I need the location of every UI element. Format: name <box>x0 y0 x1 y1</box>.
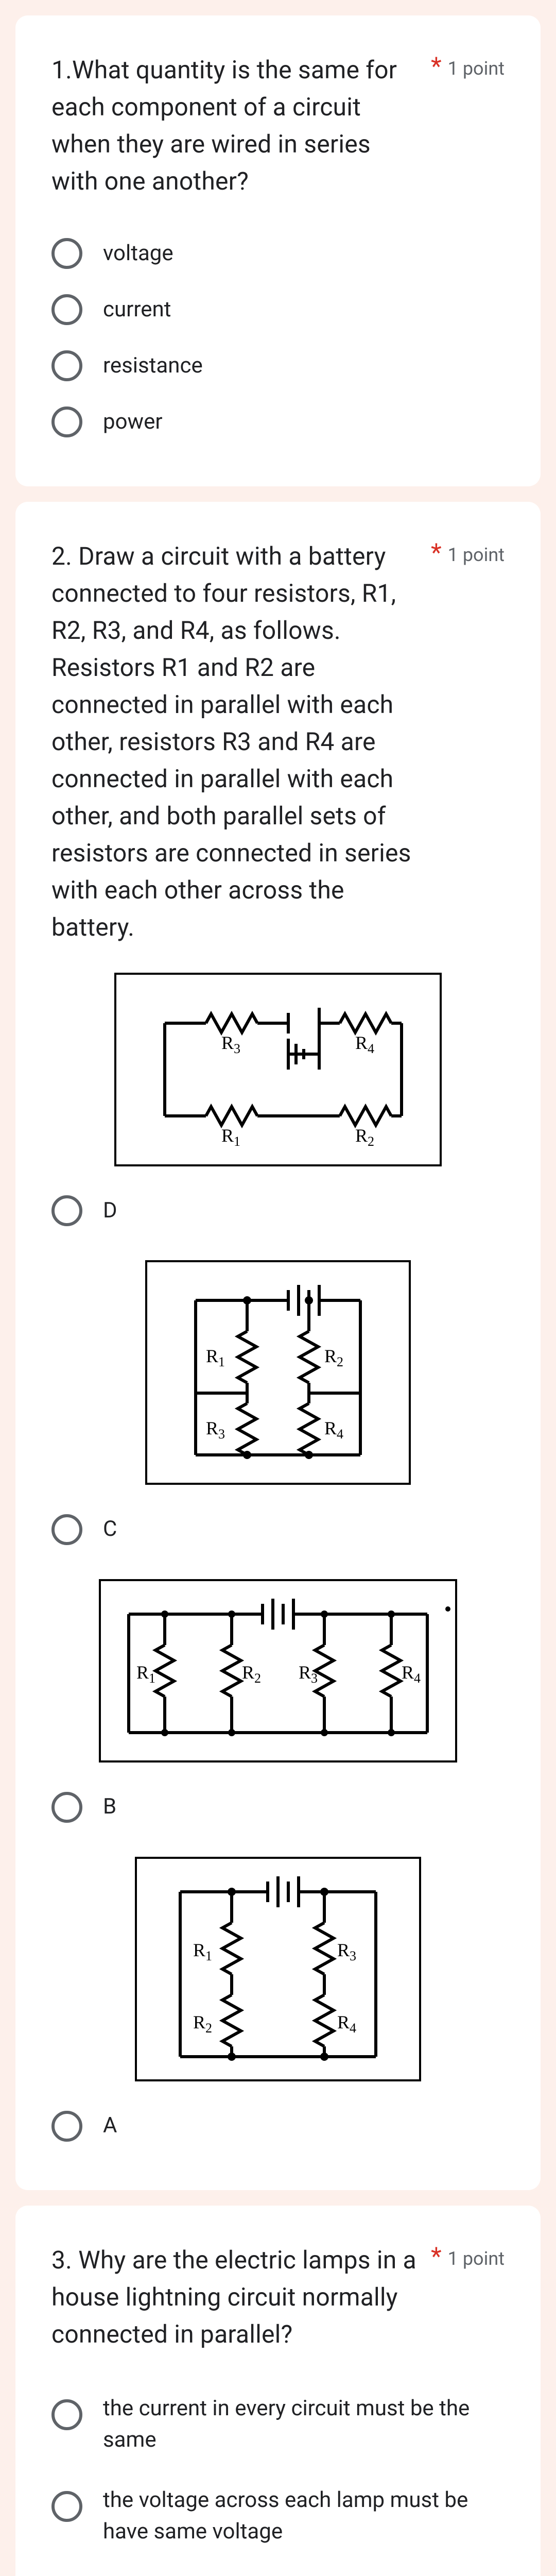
option-resistance[interactable]: resistance <box>51 338 505 394</box>
option-b[interactable]: B <box>51 1779 505 1835</box>
points-label: 1 point <box>448 2244 505 2269</box>
radio-icon <box>51 1792 82 1823</box>
required-asterisk: * <box>431 52 442 81</box>
points-wrapper: *1 point <box>431 2242 505 2271</box>
option-switched-together[interactable]: the lamps are always switched on and off… <box>51 2562 505 2576</box>
radio-icon <box>51 1514 82 1545</box>
question-card-1: 1.What quantity is the same for each com… <box>15 15 541 486</box>
points-wrapper: *1 point <box>431 52 505 81</box>
points-label: 1 point <box>448 54 505 79</box>
question-text: 3. Why are the electric lamps in a house… <box>51 2242 431 2353</box>
circuit-svg: R3 R4 R1 R2 <box>113 972 443 1167</box>
options-group: the current in every circuit must be the… <box>51 2379 505 2576</box>
circuit-diagram-d: R3 R4 R1 R2 <box>51 972 505 1167</box>
question-card-2: 2. Draw a circuit with a battery connect… <box>15 502 541 2191</box>
option-label: the current in every circuit must be the… <box>103 2393 505 2456</box>
option-c[interactable]: C <box>51 1501 505 1557</box>
option-label: D <box>103 1195 117 1227</box>
radio-icon <box>51 350 82 381</box>
option-voltage[interactable]: voltage <box>51 226 505 282</box>
points-label: 1 point <box>448 540 505 566</box>
radio-icon <box>51 294 82 325</box>
option-label: resistance <box>103 350 203 382</box>
option-d[interactable]: D <box>51 1183 505 1239</box>
required-asterisk: * <box>431 538 442 567</box>
radio-icon <box>51 2111 82 2142</box>
question-text: 2. Draw a circuit with a battery connect… <box>51 538 431 946</box>
question-body: 3. Why are the electric lamps in a house… <box>51 2245 416 2349</box>
question-body: 2. Draw a circuit with a battery connect… <box>51 541 411 942</box>
radio-icon <box>51 238 82 269</box>
circuit-diagram-b: R1 R2 R3 R4 <box>51 1578 505 1764</box>
option-current-same[interactable]: the current in every circuit must be the… <box>51 2379 505 2470</box>
circuit-svg: R1 R2 R3 R4 <box>144 1259 412 1486</box>
question-header: 3. Why are the electric lamps in a house… <box>51 2242 505 2353</box>
option-label: C <box>103 1514 117 1545</box>
option-current[interactable]: current <box>51 282 505 338</box>
question-card-3: 3. Why are the electric lamps in a house… <box>15 2206 541 2576</box>
option-label: the voltage across each lamp must be hav… <box>103 2485 505 2548</box>
option-a[interactable]: A <box>51 2098 505 2154</box>
circuit-svg: R1 R3 R2 R4 <box>134 1856 422 2082</box>
radio-icon <box>51 406 82 437</box>
required-asterisk: * <box>431 2242 442 2271</box>
question-header: 1.What quantity is the same for each com… <box>51 52 505 200</box>
option-label: A <box>103 2110 117 2142</box>
question-text: 1.What quantity is the same for each com… <box>51 52 431 200</box>
radio-icon <box>51 2491 82 2522</box>
option-voltage-same[interactable]: the voltage across each lamp must be hav… <box>51 2470 505 2562</box>
points-wrapper: *1 point <box>431 538 505 567</box>
radio-icon <box>51 1195 82 1226</box>
question-header: 2. Draw a circuit with a battery connect… <box>51 538 505 946</box>
question-body: 1.What quantity is the same for each com… <box>51 55 397 196</box>
circuit-diagram-a: R1 R3 R2 R4 <box>51 1856 505 2082</box>
option-power[interactable]: power <box>51 394 505 450</box>
circuit-svg: R1 R2 R3 R4 <box>98 1578 458 1764</box>
option-label: voltage <box>103 238 173 269</box>
radio-icon <box>51 2399 82 2430</box>
options-group: voltage current resistance power <box>51 226 505 450</box>
option-label: current <box>103 294 171 326</box>
option-label: power <box>103 406 163 438</box>
circuit-diagram-c: R1 R2 R3 R4 <box>51 1259 505 1486</box>
option-label: B <box>103 1791 116 1823</box>
